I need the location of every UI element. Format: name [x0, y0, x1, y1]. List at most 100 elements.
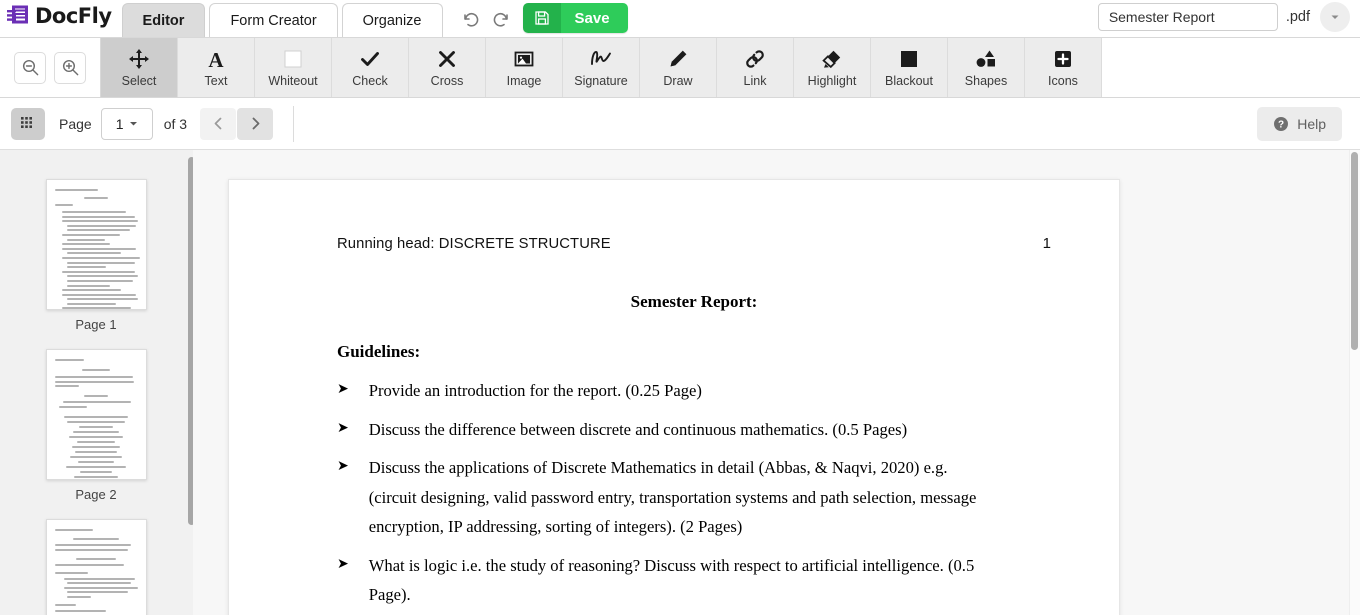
tool-check-label: Check	[352, 74, 388, 89]
thumbnail-page-3[interactable]: Page 3	[0, 519, 191, 615]
document-scrollbar-thumb[interactable]	[1351, 152, 1358, 350]
stacked-pages-icon	[6, 4, 30, 28]
svg-text:?: ?	[1278, 119, 1284, 130]
tool-blackout-label: Blackout	[885, 74, 933, 89]
zoom-controls	[0, 51, 100, 84]
thumbnail-label: Page 2	[75, 487, 117, 502]
document-page[interactable]: Running head: DISCRETE STRUCTURE 1 Semes…	[228, 179, 1120, 615]
picture-icon	[513, 47, 535, 71]
thumbnail-page-2[interactable]: Page 2	[0, 349, 191, 519]
arrow-bullet-icon: ➤	[337, 420, 349, 436]
list-item-text: Discuss the difference between discrete …	[368, 419, 908, 439]
shapes-icon	[974, 47, 998, 71]
file-options-dropdown-button[interactable]	[1320, 2, 1350, 32]
running-head-text: Running head: DISCRETE STRUCTURE	[337, 236, 611, 252]
save-button[interactable]: Save	[522, 3, 628, 33]
letter-a-icon: A	[205, 47, 227, 71]
undo-arrow-icon[interactable]	[461, 9, 481, 29]
thumbnail-preview	[45, 349, 147, 480]
tool-draw[interactable]: Draw	[640, 38, 717, 97]
thumbnail-sidebar[interactable]: Page 1 Page 2	[0, 150, 192, 615]
caret-down-icon	[129, 122, 137, 126]
tab-organize[interactable]: Organize	[341, 3, 443, 37]
checkmark-icon	[359, 47, 381, 71]
tool-text[interactable]: A Text	[178, 38, 255, 97]
tool-shapes[interactable]: Shapes	[948, 38, 1025, 97]
tool-select[interactable]: Select	[101, 38, 178, 97]
file-controls: .pdf	[1097, 2, 1360, 37]
guidelines-list: ➤ Provide an introduction for the report…	[337, 376, 1051, 615]
tool-signature[interactable]: Signature	[563, 38, 640, 97]
floppy-disk-icon	[522, 3, 561, 33]
next-page-button[interactable]	[237, 107, 274, 140]
help-button-label: Help	[1297, 115, 1326, 132]
page-number-value: 1	[115, 115, 124, 132]
page-label: Page	[59, 115, 92, 132]
tool-whiteout[interactable]: Whiteout	[255, 38, 332, 97]
redo-arrow-icon[interactable]	[491, 9, 511, 29]
tool-text-label: Text	[204, 74, 228, 89]
filename-input[interactable]	[1097, 3, 1278, 31]
tool-cross-label: Cross	[430, 74, 464, 89]
tool-icons[interactable]: Icons	[1025, 38, 1102, 97]
tool-draw-label: Draw	[663, 74, 693, 89]
tool-whiteout-label: Whiteout	[268, 74, 318, 89]
tool-strip: Select A Text Whiteout Check Cross Image…	[100, 38, 1102, 97]
pencil-icon	[667, 47, 689, 71]
tool-cross[interactable]: Cross	[409, 38, 486, 97]
file-extension-label: .pdf	[1285, 9, 1310, 25]
list-item-text: What is logic i.e. the study of reasonin…	[368, 555, 975, 605]
save-button-label: Save	[560, 3, 628, 33]
tool-link-label: Link	[743, 74, 767, 89]
list-item: ➤ Provide an introduction for the report…	[337, 376, 1051, 406]
document-viewer[interactable]: Running head: DISCRETE STRUCTURE 1 Semes…	[193, 150, 1360, 615]
tool-highlight-label: Highlight	[807, 74, 857, 89]
plus-badge-icon	[1052, 47, 1074, 71]
zoom-in-icon[interactable]	[54, 51, 86, 84]
page-number-select[interactable]: 1	[100, 107, 153, 140]
chevron-right-icon	[252, 117, 259, 130]
arrow-bullet-icon: ➤	[337, 556, 349, 572]
list-item: ➤ Discuss the applications of Discrete M…	[337, 453, 1051, 542]
app-header: DocFly Editor Form Creator Organize Save…	[0, 0, 1360, 38]
list-item-text: Discuss the applications of Discrete Mat…	[368, 458, 977, 537]
page-nav-arrows	[200, 107, 274, 140]
tool-shapes-label: Shapes	[964, 74, 1008, 89]
white-square-icon	[282, 47, 304, 71]
tool-select-label: Select	[121, 74, 157, 89]
arrow-bullet-icon: ➤	[337, 382, 349, 397]
undo-redo-group	[443, 9, 523, 37]
document-page-number: 1	[1042, 235, 1051, 252]
tab-form-creator[interactable]: Form Creator	[209, 3, 338, 37]
grid-view-icon[interactable]	[11, 107, 45, 140]
question-mark-icon: ?	[1274, 116, 1289, 131]
main-tabs: Editor Form Creator Organize	[121, 0, 443, 37]
chain-link-icon	[744, 47, 766, 71]
tool-highlight[interactable]: Highlight	[794, 38, 871, 97]
thumbnail-page-1[interactable]: Page 1	[0, 179, 191, 349]
document-running-head-row: Running head: DISCRETE STRUCTURE 1	[337, 235, 1051, 252]
page-navigation-bar: Page 1 of 3 ? Help	[0, 98, 1360, 150]
page-count-label: of 3	[163, 115, 188, 132]
chevron-down-icon	[1331, 15, 1339, 19]
help-button[interactable]: ? Help	[1257, 106, 1342, 141]
cross-x-icon	[436, 47, 458, 71]
tool-check[interactable]: Check	[332, 38, 409, 97]
list-item-text: Provide an introduction for the report. …	[368, 381, 702, 400]
thumbnail-preview	[45, 179, 147, 310]
list-item: ➤ Discuss the difference between discret…	[337, 415, 1051, 445]
tool-link[interactable]: Link	[717, 38, 794, 97]
thumbnail-label: Page 1	[75, 317, 117, 332]
app-logo[interactable]: DocFly	[0, 0, 122, 37]
tool-image-label: Image	[506, 74, 542, 89]
move-arrows-icon	[128, 47, 150, 71]
highlighter-icon	[821, 47, 843, 71]
signature-scribble-icon	[589, 47, 613, 71]
tool-blackout[interactable]: Blackout	[871, 38, 948, 97]
zoom-out-icon[interactable]	[14, 51, 46, 84]
tool-image[interactable]: Image	[486, 38, 563, 97]
arrow-bullet-icon: ➤	[337, 459, 349, 475]
tab-editor[interactable]: Editor	[121, 3, 206, 37]
previous-page-button[interactable]	[200, 107, 237, 140]
toolbar-divider	[293, 105, 295, 142]
